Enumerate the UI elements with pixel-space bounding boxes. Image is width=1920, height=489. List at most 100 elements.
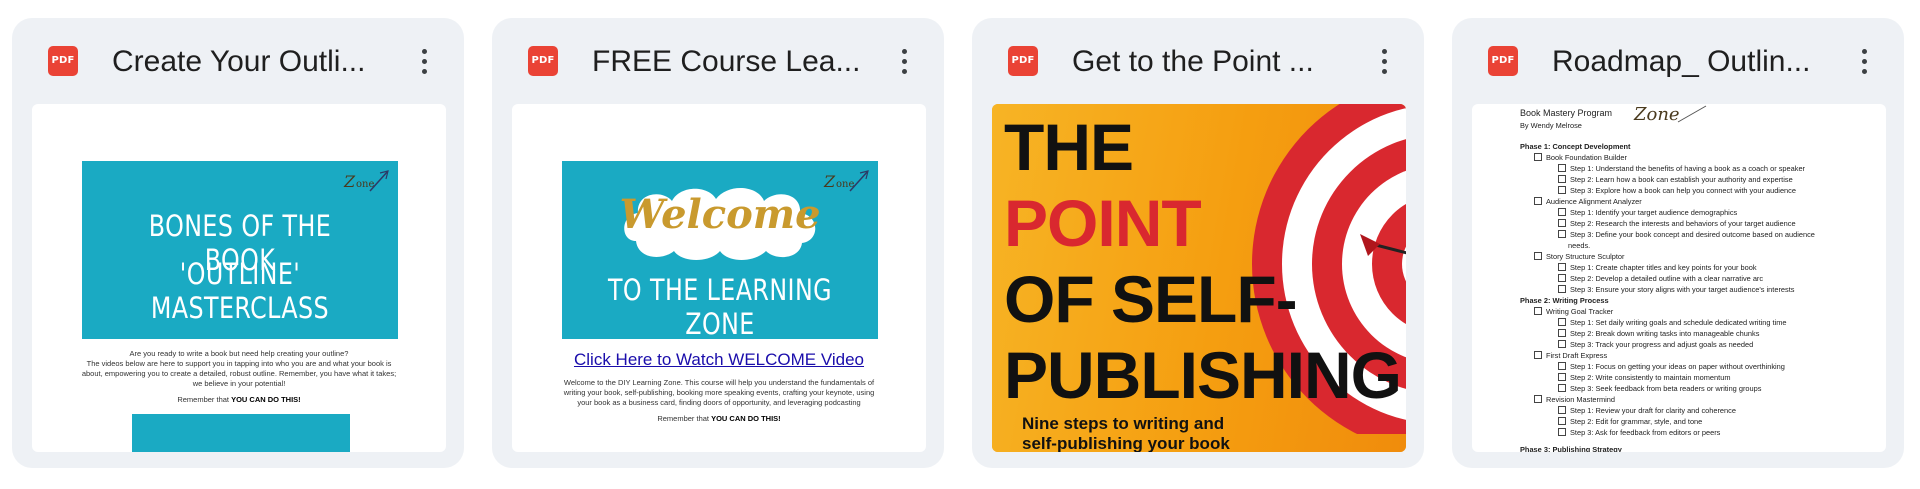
more-options-button[interactable] (888, 44, 920, 78)
outline-line: Step 2: Research the interests and behav… (1570, 219, 1796, 228)
outline-line: Step 1: Set daily writing goals and sche… (1570, 318, 1787, 327)
outline-row: Story Structure Sculptor (1534, 251, 1624, 262)
outline-row: Step 3: Track your progress and adjust g… (1558, 339, 1753, 350)
outline-line: Step 1: Understand the benefits of havin… (1570, 164, 1806, 173)
outline-line: needs. (1568, 241, 1591, 250)
preview-body: Are you ready to write a book but need h… (81, 349, 397, 404)
checkbox-icon (1534, 153, 1542, 161)
outline-row: Step 1: Focus on getting your ideas on p… (1558, 361, 1785, 372)
preview-banner: Z one Welcome TO THE LEARNING ZONE (562, 161, 878, 341)
checkbox-icon (1558, 285, 1566, 293)
banner-line: 'OUTLINE' MASTERCLASS (150, 257, 330, 325)
preview-banner: Z one BONES OF THE BOOK 'OUTLINE' MASTER… (82, 161, 398, 339)
outline-row: Step 1: Understand the benefits of havin… (1558, 163, 1805, 174)
outline-line: Step 2: Break down writing tasks into ma… (1570, 329, 1760, 338)
checkbox-icon (1534, 252, 1542, 260)
outline-line: Book Foundation Builder (1546, 153, 1627, 162)
outline-row: Step 2: Write consistently to maintain m… (1558, 372, 1730, 383)
outline-line: Audience Alignment Analyzer (1546, 197, 1642, 206)
outline-line: Revision Mastermind (1546, 395, 1616, 404)
outline-row: Step 3: Explore how a book can help you … (1558, 185, 1796, 196)
outline-line: Step 3: Track your progress and adjust g… (1570, 340, 1754, 349)
headline-line: PUBLISHING (1004, 338, 1402, 412)
outline-line: Step 2: Learn how a book can establish y… (1570, 175, 1793, 184)
phase-heading: Phase 1: Concept Development (1520, 142, 1631, 151)
preview-subline: Nine steps to writing and self-publishin… (1022, 414, 1230, 452)
pdf-icon: PDF (1488, 46, 1518, 76)
outline-line: Step 3: Ask for feedback from editors or… (1570, 428, 1721, 437)
outline-row: Step 3: Seek feedback from beta readers … (1558, 383, 1761, 394)
file-thumbnail[interactable]: Z one Welcome TO THE LEARNING ZONE Click… (512, 104, 926, 452)
checkbox-icon (1558, 362, 1566, 370)
outline-row: Step 1: Review your draft for clarity an… (1558, 405, 1736, 416)
file-title[interactable]: Create Your Outli... (112, 44, 402, 80)
welcome-heading: Welcome (619, 191, 821, 238)
checkbox-icon (1558, 230, 1566, 238)
outline-row: Step 2: Develop a detailed outline with … (1558, 273, 1763, 284)
zone-logo-icon: Zone (1633, 104, 1707, 125)
checkbox-icon (1558, 406, 1566, 414)
file-card-create-your-outline[interactable]: PDF Create Your Outli... Z one BONES OF … (12, 18, 464, 468)
checkbox-icon (1558, 340, 1566, 348)
file-thumbnail[interactable]: THE POINT OF SELF- PUBLISHING Nine steps… (992, 104, 1406, 452)
file-card-get-to-the-point[interactable]: PDF Get to the Point ... THE POINT OF SE… (972, 18, 1424, 468)
outline-row: Phase 3: Publishing Strategy (1520, 444, 1622, 452)
checkbox-icon (1558, 318, 1566, 326)
file-card-roadmap[interactable]: PDF Roadmap_ Outlin... Book Mastery Prog… (1452, 18, 1904, 468)
checkbox-icon (1534, 395, 1542, 403)
headline-line: POINT (1004, 186, 1202, 260)
file-thumbnail[interactable]: Z one BONES OF THE BOOK 'OUTLINE' MASTER… (32, 104, 446, 452)
outline-line: First Draft Express (1546, 351, 1608, 360)
svg-text:Zone: Zone (1633, 104, 1680, 125)
outline-row: Audience Alignment Analyzer (1534, 196, 1642, 207)
outline-line: Step 1: Focus on getting your ideas on p… (1570, 362, 1785, 371)
headline-line: OF SELF- (1004, 262, 1298, 336)
more-options-button[interactable] (408, 44, 440, 78)
more-options-button[interactable] (1848, 44, 1880, 78)
more-options-button[interactable] (1368, 44, 1400, 78)
outline-line: Step 1: Identify your target audience de… (1570, 208, 1738, 217)
checkbox-icon (1558, 373, 1566, 381)
pdf-icon: PDF (1008, 46, 1038, 76)
file-title[interactable]: Get to the Point ... (1072, 44, 1362, 80)
checkbox-icon (1558, 186, 1566, 194)
preview-banner-2 (132, 414, 350, 452)
banner-line: TO THE LEARNING ZONE (607, 273, 833, 341)
checkbox-icon (1558, 417, 1566, 425)
checkbox-icon (1558, 175, 1566, 183)
checkbox-icon (1558, 428, 1566, 436)
outline-line: Step 2: Write consistently to maintain m… (1570, 373, 1731, 382)
file-thumbnail[interactable]: Book Mastery Program By Wendy Melrose Zo… (1472, 104, 1886, 452)
more-vert-icon (421, 48, 427, 54)
outline-row: Step 2: Research the interests and behav… (1558, 218, 1796, 229)
roadmap-preview: Book Mastery Program By Wendy Melrose Zo… (1472, 104, 1886, 452)
svg-text:Z: Z (343, 172, 356, 191)
file-card-free-course[interactable]: PDF FREE Course Lea... Z one Welcome TO … (492, 18, 944, 468)
outline-line: Step 3: Define your book concept and des… (1570, 230, 1815, 239)
outline-line: Step 1: Create chapter titles and key po… (1570, 263, 1757, 272)
preview-body: Welcome to the DIY Learning Zone. This c… (563, 378, 875, 423)
outline-row: needs. (1568, 240, 1590, 251)
checkbox-icon (1558, 219, 1566, 227)
pdf-icon: PDF (528, 46, 558, 76)
file-title[interactable]: Roadmap_ Outlin... (1552, 44, 1842, 80)
file-card-header: PDF Create Your Outli... (12, 18, 464, 104)
outline-row: Step 2: Learn how a book can establish y… (1558, 174, 1793, 185)
welcome-video-link[interactable]: Click Here to Watch WELCOME Video (512, 350, 926, 370)
checkbox-icon (1534, 307, 1542, 315)
phase-heading: Phase 3: Publishing Strategy (1520, 445, 1622, 452)
file-card-header: PDF Roadmap_ Outlin... (1452, 18, 1904, 104)
program-title: Book Mastery Program (1520, 108, 1613, 118)
outline-line: Step 1: Review your draft for clarity an… (1570, 406, 1736, 415)
checkbox-icon (1558, 208, 1566, 216)
outline-row: Step 3: Define your book concept and des… (1558, 229, 1815, 240)
outline-row: Phase 2: Writing Process (1520, 295, 1609, 306)
more-vert-icon (1861, 48, 1867, 54)
outline-line: Step 3: Ensure your story aligns with yo… (1570, 285, 1795, 294)
outline-line: Writing Goal Tracker (1546, 307, 1614, 316)
file-title[interactable]: FREE Course Lea... (592, 44, 882, 80)
outline-row: Step 1: Create chapter titles and key po… (1558, 262, 1757, 273)
outline-row: Step 2: Break down writing tasks into ma… (1558, 328, 1759, 339)
more-vert-icon (901, 48, 907, 54)
outline-line: Step 2: Develop a detailed outline with … (1570, 274, 1764, 283)
